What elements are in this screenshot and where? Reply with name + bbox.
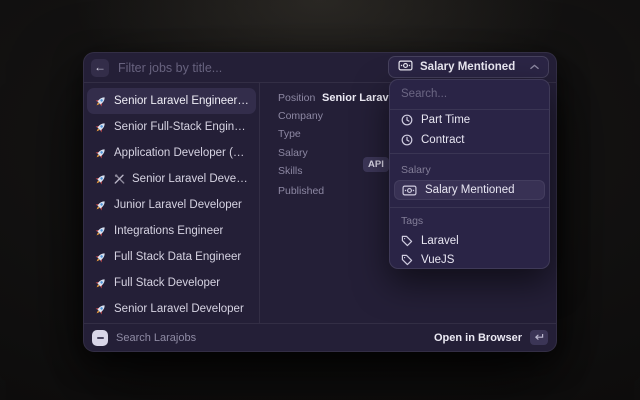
dropdown-option-part-time[interactable]: Part Time (390, 110, 549, 130)
detail-row-salary: Salary (278, 146, 322, 160)
job-list-item[interactable]: Senior Laravel Developer (T... (87, 166, 256, 192)
job-list-item[interactable]: Full Stack Developer (87, 270, 256, 296)
clock-icon (401, 134, 413, 146)
enter-key-icon (530, 330, 548, 345)
salary-filter-dropdown-button[interactable]: Salary Mentioned (388, 56, 549, 78)
clock-icon (401, 114, 413, 126)
banknote-icon (398, 60, 413, 74)
job-list-item[interactable]: Full Stack Data Engineer (87, 244, 256, 270)
option-label: Part Time (421, 114, 470, 126)
option-label: Contract (421, 134, 464, 146)
job-title: Full Stack Developer (114, 277, 220, 289)
rocket-icon (94, 251, 107, 264)
rocket-icon (94, 147, 107, 160)
detail-label: Skills (278, 165, 322, 177)
detail-row-type: Type (278, 127, 322, 141)
dropdown-search-input[interactable] (390, 80, 549, 108)
job-title: Senior Full-Stack Engineer II, Ac... (114, 121, 249, 133)
job-title: Integrations Engineer (114, 225, 223, 237)
dropdown-divider (390, 153, 549, 154)
filter-dropdown-panel: Part Time Contract Salary Salary Mention… (389, 79, 550, 269)
option-label: Salary Mentioned (425, 184, 515, 196)
dropdown-divider (390, 207, 549, 208)
job-list-item[interactable]: Application Developer (12 mont... (87, 140, 256, 166)
detail-row-skills: Skills (278, 164, 322, 178)
detail-label: Published (278, 185, 322, 197)
detail-label: Salary (278, 147, 322, 159)
banknote-icon (402, 185, 417, 196)
section-header-salary: Salary (401, 164, 431, 176)
job-list-item[interactable]: Senior Laravel Engineer (Shapin... (87, 88, 256, 114)
footer-bar: Search Larajobs Open in Browser (84, 323, 556, 351)
job-list-item[interactable]: Senior Full-Stack Engineer II, Ac... (87, 114, 256, 140)
filter-button-label: Salary Mentioned (420, 61, 515, 73)
open-in-browser-action[interactable]: Open in Browser (434, 332, 522, 344)
tag-icon (401, 254, 413, 266)
detail-label: Company (278, 110, 322, 122)
rocket-icon (94, 225, 107, 238)
skill-badge-api: API (363, 157, 389, 172)
app-name: Search Larajobs (116, 332, 196, 344)
detail-row-company: Company (278, 109, 322, 123)
rocket-icon (94, 303, 107, 316)
job-title: Senior Laravel Engineer (Shapin... (114, 95, 249, 107)
job-title: Junior Laravel Developer (114, 199, 242, 211)
option-label: Laravel (421, 235, 459, 247)
tag-icon (401, 235, 413, 247)
job-list-item[interactable]: Senior Laravel Developer (87, 296, 256, 322)
launcher-window: ← Salary Mentioned Senior Laravel Engine… (83, 52, 557, 352)
job-title: Application Developer (12 mont... (114, 147, 249, 159)
rocket-icon (94, 121, 107, 134)
larajobs-app-icon (92, 330, 108, 346)
detail-row-published: Published (278, 184, 322, 198)
section-header-tags: Tags (401, 215, 423, 227)
back-button[interactable]: ← (91, 59, 109, 77)
dropdown-option-salary-mentioned[interactable]: Salary Mentioned (394, 180, 545, 200)
rocket-icon (94, 173, 107, 186)
dropdown-option-vuejs[interactable]: VueJS (390, 250, 549, 270)
tools-icon (114, 174, 125, 185)
chevron-up-icon (530, 64, 539, 70)
job-title: Senior Laravel Developer (T... (132, 173, 249, 185)
option-label: VueJS (421, 254, 454, 266)
job-title: Full Stack Data Engineer (114, 251, 241, 263)
detail-label: Type (278, 128, 322, 140)
rocket-icon (94, 95, 107, 108)
job-list-item[interactable]: Junior Laravel Developer (87, 192, 256, 218)
rocket-icon (94, 199, 107, 212)
job-title: Senior Laravel Developer (114, 303, 244, 315)
job-list: Senior Laravel Engineer (Shapin... Senio… (84, 83, 259, 323)
detail-label: Position (278, 92, 322, 104)
rocket-icon (94, 277, 107, 290)
job-list-item[interactable]: Integrations Engineer (87, 218, 256, 244)
dropdown-option-laravel[interactable]: Laravel (390, 231, 549, 251)
dropdown-option-contract[interactable]: Contract (390, 130, 549, 150)
